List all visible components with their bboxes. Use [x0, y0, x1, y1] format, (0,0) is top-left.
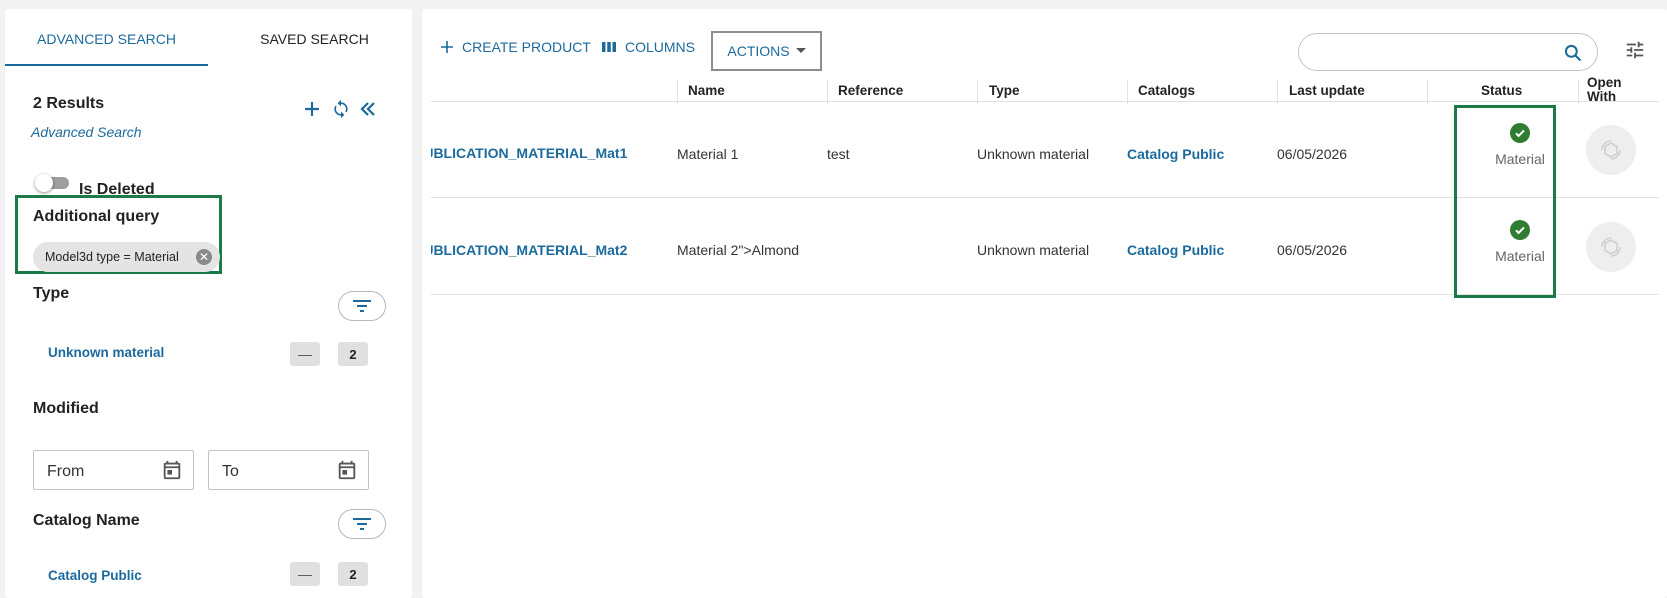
catalog-count-badge: 2: [338, 562, 368, 586]
toggle-knob: [35, 174, 53, 192]
row-name: Material 2">Almond: [677, 242, 800, 258]
columns-label: COLUMNS: [625, 39, 696, 55]
tab-advanced-search[interactable]: ADVANCED SEARCH: [5, 31, 208, 47]
type-filter-button[interactable]: [338, 291, 386, 321]
row-last-update: 06/05/2026: [1277, 146, 1348, 162]
row-type: Unknown material: [977, 242, 1090, 258]
search-icon[interactable]: [1563, 43, 1583, 68]
remove-chip-icon[interactable]: ✕: [196, 249, 212, 265]
3d-viewer-icon: [1601, 140, 1621, 160]
header-divider: [431, 101, 1659, 102]
row-last-update: 06/05/2026: [1277, 242, 1348, 258]
date-from-field[interactable]: From: [33, 450, 194, 490]
columns-icon: [602, 42, 616, 52]
plus-icon: [441, 41, 453, 53]
search-input[interactable]: [1298, 33, 1598, 71]
results-panel: CREATE PRODUCT COLUMNS ACTIONS Name Refe…: [422, 9, 1667, 598]
column-header-name[interactable]: Name: [688, 83, 725, 98]
row-reference: test: [827, 146, 850, 162]
type-count-badge: 2: [338, 342, 368, 366]
column-header-reference[interactable]: Reference: [838, 83, 903, 98]
calendar-icon[interactable]: [161, 459, 183, 486]
filter-icon: [353, 518, 371, 530]
open-with-button[interactable]: [1586, 125, 1636, 175]
column-header-catalogs[interactable]: Catalogs: [1138, 83, 1195, 98]
additional-query-title: Additional query: [33, 208, 160, 225]
catalog-facet-item[interactable]: Catalog Public: [48, 568, 142, 583]
caret-down-icon: [795, 48, 806, 53]
date-from-label: From: [47, 463, 85, 480]
results-subtitle: Advanced Search: [31, 124, 142, 140]
column-header-type[interactable]: Type: [989, 83, 1020, 98]
add-icon[interactable]: [300, 97, 324, 121]
date-to-field[interactable]: To: [208, 450, 369, 490]
row-reference-link[interactable]: PUBLICATION_MATERIAL_Mat2: [431, 242, 641, 260]
calendar-icon[interactable]: [336, 459, 358, 486]
modified-title: Modified: [33, 400, 99, 417]
tab-saved-search[interactable]: SAVED SEARCH: [213, 31, 416, 47]
collapse-panel-icon[interactable]: [356, 97, 380, 121]
type-exclude-button[interactable]: —: [290, 342, 320, 366]
results-count: 2 Results: [33, 95, 105, 112]
refresh-icon[interactable]: [329, 97, 353, 121]
row-catalog-link[interactable]: Catalog Public: [1127, 242, 1224, 258]
row-name: Material 1: [677, 146, 739, 162]
columns-button[interactable]: COLUMNS: [601, 39, 695, 55]
type-facet-item[interactable]: Unknown material: [48, 345, 164, 360]
catalog-exclude-button[interactable]: —: [290, 562, 320, 586]
active-tab-indicator: [5, 64, 208, 66]
actions-label: ACTIONS: [727, 43, 790, 59]
3d-viewer-icon: [1601, 237, 1621, 257]
date-to-label: To: [222, 463, 239, 480]
open-with-button[interactable]: [1586, 222, 1636, 272]
status-column-highlight: [1454, 105, 1556, 298]
type-facet-title: Type: [33, 285, 70, 302]
row-type: Unknown material: [977, 146, 1090, 162]
tune-settings-icon[interactable]: [1624, 39, 1646, 66]
create-product-button[interactable]: CREATE PRODUCT: [440, 39, 591, 55]
catalog-filter-button[interactable]: [338, 509, 386, 539]
column-header-last-update[interactable]: Last update: [1289, 83, 1365, 98]
filter-icon: [353, 300, 371, 312]
row-reference-link[interactable]: PUBLICATION_MATERIAL_Mat1: [431, 145, 641, 163]
search-sidebar: ADVANCED SEARCH SAVED SEARCH 2 Results A…: [5, 9, 412, 598]
column-header-status[interactable]: Status: [1481, 83, 1522, 98]
query-chip-label: Model3d type = Material: [45, 250, 179, 264]
create-product-label: CREATE PRODUCT: [462, 39, 591, 55]
catalog-facet-title: Catalog Name: [33, 512, 140, 529]
actions-dropdown[interactable]: ACTIONS: [711, 31, 822, 71]
column-header-open-with[interactable]: Open With: [1587, 76, 1622, 104]
query-chip: Model3d type = Material ✕: [33, 242, 220, 272]
is-deleted-toggle[interactable]: [35, 174, 69, 192]
row-catalog-link[interactable]: Catalog Public: [1127, 146, 1224, 162]
open-with-line-1: Open: [1587, 75, 1622, 90]
